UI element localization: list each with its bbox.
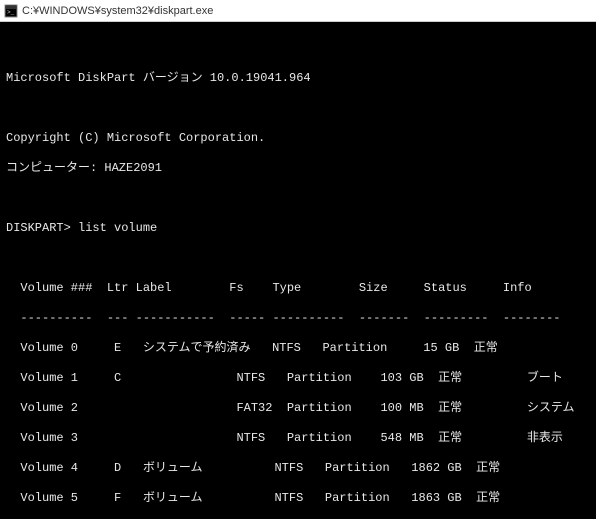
volume-row: Volume 0 E システムで予約済み NTFS Partition 15 G… — [6, 341, 590, 356]
console-output[interactable]: Microsoft DiskPart バージョン 10.0.19041.964 … — [0, 22, 596, 519]
svg-text:>_: >_ — [7, 9, 15, 16]
window-titlebar[interactable]: >_ C:¥WINDOWS¥system32¥diskpart.exe — [0, 0, 596, 22]
volume-table-divider: ---------- --- ----------- ----- -------… — [6, 311, 590, 326]
blank-line — [6, 41, 590, 56]
window-title: C:¥WINDOWS¥system32¥diskpart.exe — [22, 5, 213, 17]
volume-table-header: Volume ### Ltr Label Fs Type Size Status… — [6, 281, 590, 296]
computer-name-line: コンピューター: HAZE2091 — [6, 161, 590, 176]
app-icon: >_ — [4, 4, 18, 18]
volume-row: Volume 5 F ボリューム NTFS Partition 1863 GB … — [6, 491, 590, 506]
header-line: Microsoft DiskPart バージョン 10.0.19041.964 — [6, 71, 590, 86]
volume-row: Volume 2 FAT32 Partition 100 MB 正常 システム — [6, 401, 590, 416]
blank-line — [6, 101, 590, 116]
volume-row: Volume 1 C NTFS Partition 103 GB 正常 ブート — [6, 371, 590, 386]
prompt-list-volume: DISKPART> list volume — [6, 221, 590, 236]
copyright-line: Copyright (C) Microsoft Corporation. — [6, 131, 590, 146]
blank-line — [6, 191, 590, 206]
volume-row: Volume 4 D ボリューム NTFS Partition 1862 GB … — [6, 461, 590, 476]
volume-row: Volume 3 NTFS Partition 548 MB 正常 非表示 — [6, 431, 590, 446]
blank-line — [6, 251, 590, 266]
